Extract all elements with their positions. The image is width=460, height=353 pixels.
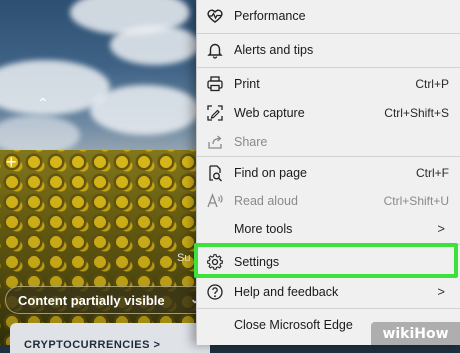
menu-item-web-capture[interactable]: Web capture Ctrl+Shift+S xyxy=(197,97,460,129)
keyboard-shortcut: Ctrl+P xyxy=(415,77,449,91)
heartbeat-icon xyxy=(206,7,224,25)
keyboard-shortcut: Ctrl+Shift+S xyxy=(384,106,449,120)
caret-up-icon[interactable]: ⌃ xyxy=(37,95,49,112)
menu-item-print[interactable]: Print Ctrl+P xyxy=(197,68,460,100)
wikihow-watermark: wiki How xyxy=(371,322,460,345)
plus-icon: + xyxy=(6,152,17,172)
menu-item-label: Print xyxy=(234,77,260,91)
cloud xyxy=(90,85,200,135)
read-aloud-icon xyxy=(206,192,224,210)
menu-item-label: Read aloud xyxy=(234,194,298,208)
menu-item-label: More tools xyxy=(234,222,293,236)
content-visibility-dropdown[interactable]: Content partially visible ⌄ xyxy=(5,286,210,314)
menu-item-alerts-and-tips[interactable]: Alerts and tips xyxy=(197,34,460,66)
watermark-wiki: wiki xyxy=(382,325,415,342)
keyboard-shortcut: Ctrl+Shift+U xyxy=(383,194,449,208)
menu-item-performance[interactable]: Performance xyxy=(197,0,460,32)
partial-caption: Su xyxy=(177,252,191,264)
find-icon xyxy=(206,164,224,182)
menu-item-more-tools[interactable]: More tools > xyxy=(197,213,460,245)
menu-item-help-and-feedback[interactable]: Help and feedback > xyxy=(197,276,460,308)
cryptocurrencies-card[interactable]: CRYPTOCURRENCIES > xyxy=(10,323,210,353)
watermark-how: How xyxy=(414,325,449,342)
menu-item-label: Help and feedback xyxy=(234,285,339,299)
menu-item-label: Alerts and tips xyxy=(234,43,314,57)
help-icon xyxy=(206,283,224,301)
chevron-right-icon: > xyxy=(437,284,445,299)
content-visibility-label: Content partially visible xyxy=(18,292,165,308)
edge-settings-menu: Performance Alerts and tips Print Ctrl+P… xyxy=(196,0,460,345)
web-capture-icon xyxy=(206,104,224,122)
menu-item-label: Performance xyxy=(234,9,306,23)
settings-highlight-box xyxy=(194,243,458,278)
menu-item-share[interactable]: Share xyxy=(197,126,460,158)
menu-item-label: Web capture xyxy=(234,106,305,120)
bell-icon xyxy=(206,41,224,59)
share-icon xyxy=(206,133,224,151)
printer-icon xyxy=(206,75,224,93)
menu-item-label: Find on page xyxy=(234,166,307,180)
cloud xyxy=(110,25,200,65)
menu-item-label: Share xyxy=(234,135,268,149)
keyboard-shortcut: Ctrl+F xyxy=(416,166,449,180)
menu-item-label: Close Microsoft Edge xyxy=(234,318,353,332)
chevron-right-icon: > xyxy=(437,221,445,236)
